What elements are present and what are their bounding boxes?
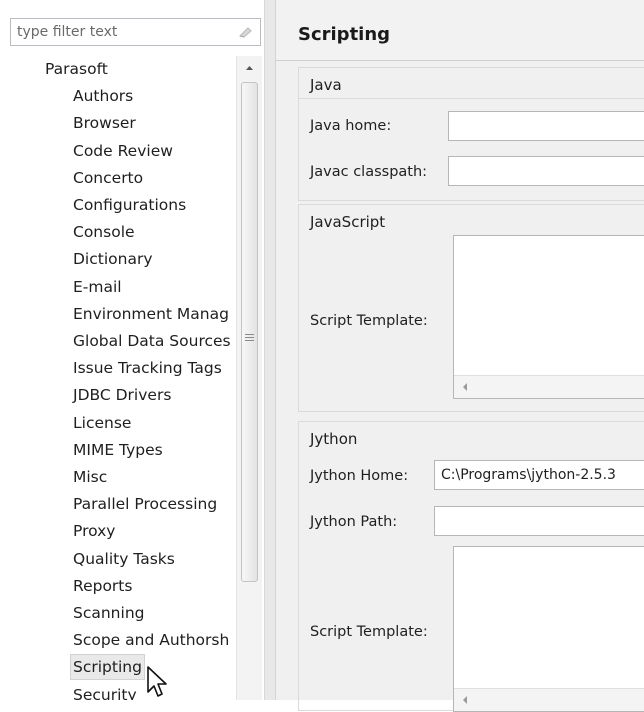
jython-script-template-textarea[interactable] xyxy=(453,546,644,712)
tree-item-scope-and-authorsh[interactable]: Scope and Authorsh xyxy=(73,627,229,654)
page-title: Scripting xyxy=(298,24,391,45)
tree-item-concerto[interactable]: Concerto xyxy=(73,165,143,192)
pane-splitter[interactable] xyxy=(264,0,276,700)
tree-item-authors[interactable]: Authors xyxy=(73,83,133,110)
javac-classpath-input[interactable] xyxy=(448,156,644,186)
java-group-title: Java xyxy=(310,76,342,94)
tree-item-e-mail[interactable]: E-mail xyxy=(73,274,122,301)
filter-box xyxy=(10,18,261,46)
jython-path-input[interactable] xyxy=(434,506,644,536)
tree-item-browser[interactable]: Browser xyxy=(73,110,136,137)
jython-path-label: Jython Path: xyxy=(310,514,398,530)
javascript-script-template-textarea[interactable] xyxy=(453,235,644,399)
jython-group: Jython Jython Home: Jython Path: Script … xyxy=(298,421,644,712)
tree-item-scripting[interactable]: Scripting xyxy=(70,654,145,681)
tree-item-console[interactable]: Console xyxy=(73,219,135,246)
tree-item-parallel-processing[interactable]: Parallel Processing xyxy=(73,491,217,518)
mouse-pointer-icon xyxy=(147,666,167,697)
jython-group-title: Jython xyxy=(310,430,358,448)
scroll-grip-icon xyxy=(245,334,254,341)
tree-item-license[interactable]: License xyxy=(73,410,131,437)
tree-item-reports[interactable]: Reports xyxy=(73,573,132,600)
java-home-input[interactable] xyxy=(448,111,644,141)
java-group-divider xyxy=(299,98,644,99)
tree-item-misc[interactable]: Misc xyxy=(73,464,107,491)
jython-home-label: Jython Home: xyxy=(310,468,409,484)
javascript-group-title: JavaScript xyxy=(310,213,386,231)
tree-item-scanning[interactable]: Scanning xyxy=(73,600,144,627)
preferences-tree-pane: ParasoftAuthorsBrowserCode ReviewConcert… xyxy=(0,0,264,700)
tree-vertical-scrollbar[interactable] xyxy=(236,56,262,700)
tree-item-mime-types[interactable]: MIME Types xyxy=(73,437,163,464)
preferences-tree: Parasoft Authors Browser Code Review Concert… xyxy=(0,56,236,700)
javascript-template-hscrollbar[interactable] xyxy=(454,375,644,398)
tree-item-issue-tracking-tags[interactable]: Issue Tracking Tags xyxy=(73,355,222,382)
page-title-bar: Scripting xyxy=(276,10,644,60)
scroll-left-arrow-icon[interactable] xyxy=(460,694,470,706)
tree-item-configurations[interactable]: Configurations xyxy=(73,192,186,219)
preference-page: Scripting Java Java home: Javac classpat… xyxy=(276,0,644,712)
scroll-thumb[interactable] xyxy=(241,82,258,582)
tree-item-code-review[interactable]: Code Review xyxy=(73,138,173,165)
jython-home-input[interactable] xyxy=(434,460,644,490)
javascript-script-template-label: Script Template: xyxy=(310,313,428,329)
scroll-up-arrow-icon[interactable] xyxy=(237,56,262,80)
filter-input[interactable] xyxy=(11,19,237,45)
tree-item-parasoft[interactable]: Parasoft xyxy=(45,56,108,83)
javascript-group: JavaScript Script Template: xyxy=(298,204,644,412)
tree-item-proxy[interactable]: Proxy xyxy=(73,518,115,545)
scroll-left-arrow-icon[interactable] xyxy=(460,381,470,393)
javac-classpath-label: Javac classpath: xyxy=(310,164,428,180)
java-home-label: Java home: xyxy=(310,118,392,134)
page-content: Java Java home: Javac classpath: JavaScr… xyxy=(276,61,644,712)
clear-filter-icon[interactable] xyxy=(237,24,253,40)
tree-item-security[interactable]: Security xyxy=(73,682,137,700)
tree-item-jdbc-drivers[interactable]: JDBC Drivers xyxy=(73,382,171,409)
tree-item-environment-manag[interactable]: Environment Manag xyxy=(73,301,229,328)
tree-item-quality-tasks[interactable]: Quality Tasks xyxy=(73,546,175,573)
tree-item-global-data-sources[interactable]: Global Data Sources xyxy=(73,328,231,355)
java-group: Java Java home: Javac classpath: xyxy=(298,67,644,201)
jython-script-template-label: Script Template: xyxy=(310,624,428,640)
tree-item-dictionary[interactable]: Dictionary xyxy=(73,246,153,273)
